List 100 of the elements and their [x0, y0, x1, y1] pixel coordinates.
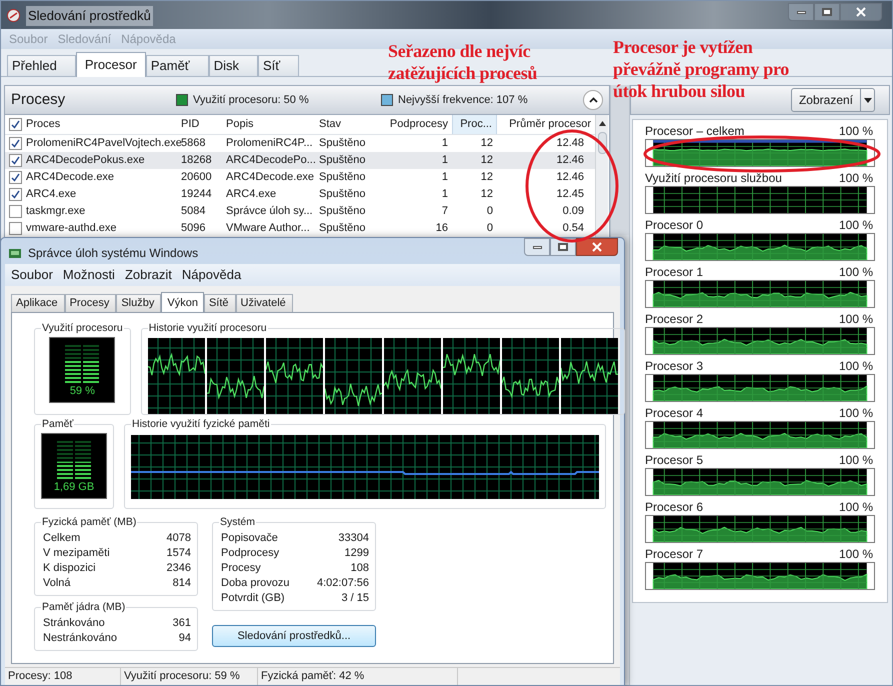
graph-label: Procesor 0 — [645, 218, 704, 233]
menu-item[interactable]: Nápověda — [182, 265, 242, 285]
column-header[interactable]: Stav — [315, 115, 385, 134]
table-row[interactable]: ARC4DecodePokus.exe 18268 ARC4DecodePo... Spuštěno 1 12 12.46 — [5, 152, 595, 169]
checkbox[interactable] — [9, 188, 22, 201]
table-row[interactable]: ARC4.exe 19244 ARC4.exe Spuštěno 1 12 12.45 — [5, 186, 595, 203]
table-cell-text: Správce úloh sy... — [226, 204, 313, 220]
tab[interactable]: Sítě — [204, 294, 236, 312]
window-title: Sledování prostředků — [26, 6, 153, 26]
table-cell-text: Spuštěno — [319, 187, 366, 202]
checkbox[interactable] — [9, 222, 22, 235]
checkbox[interactable] — [9, 154, 22, 167]
table-cell-text: 1 — [442, 187, 448, 202]
tab[interactable]: Uživatelé — [236, 294, 293, 312]
info-value: 1574 — [166, 546, 191, 561]
table-cell-text: 7 — [442, 204, 448, 220]
annotation-line: Seřazeno dle nejvíc — [388, 40, 530, 62]
tab[interactable]: Procesy — [64, 294, 116, 312]
legend-label: Nejvyšší frekvence: 107 % — [398, 92, 528, 108]
close-button[interactable] — [576, 238, 618, 256]
info-value: 1299 — [344, 546, 369, 561]
checkbox[interactable] — [9, 118, 22, 131]
minimize-button[interactable] — [524, 238, 550, 256]
table-cell-text: ARC4DecodePokus.exe — [26, 153, 145, 168]
table-cell-text: Spuštěno — [319, 136, 366, 152]
tab[interactable]: Přehled — [7, 55, 76, 76]
table-row[interactable]: taskmgr.exe 5084 Správce úloh sy... Spuštěno 7 0 0.09 — [5, 203, 595, 220]
table-cell-text: 12.45 — [556, 187, 584, 202]
table-cell-text: vmware-authd.exe — [26, 221, 116, 236]
annotation-line: útok hrubou silou — [613, 80, 745, 102]
info-value: 108 — [350, 560, 369, 576]
view-button[interactable]: Zobrazení — [790, 88, 875, 112]
column-header[interactable]: Proces — [5, 115, 177, 134]
info-value: 33304 — [338, 530, 369, 546]
column-header[interactable]: Průměr procesor — [497, 115, 595, 134]
graph-reading: 100 % — [838, 500, 873, 515]
table-row[interactable]: ProlomeniRC4PavelVojtech.exe5868 ProlomeniRC4P... Spuštěno 1 12 12.48 — [5, 135, 595, 152]
table-cell-text: 5868 — [181, 136, 206, 152]
info-label: K dispozici — [43, 560, 96, 576]
info-value: 2346 — [166, 560, 191, 576]
column-header[interactable]: PID — [177, 115, 222, 134]
graph-reading: 100 % — [838, 124, 873, 139]
status-text: Využití procesoru: 59 % — [121, 668, 258, 685]
column-header[interactable]: Proc... — [452, 115, 497, 134]
tab[interactable]: Procesor — [76, 52, 146, 77]
checkbox[interactable] — [9, 137, 22, 150]
table-row[interactable]: vmware-authd.exe 5096 VMware Author... Spuštěno 16 0 0.54 — [5, 220, 595, 237]
tab[interactable]: Služby — [116, 294, 162, 312]
table-cell-text: 12 — [480, 153, 493, 168]
dropdown-icon — [864, 98, 872, 102]
table-cell-text: 12 — [480, 136, 493, 152]
table-cell-text: 5084 — [181, 204, 206, 220]
graph-reading: 100 % — [838, 547, 873, 562]
menu-item[interactable]: Zobrazit — [124, 265, 172, 285]
info-label: Volná — [43, 576, 71, 591]
table-cell-text: 1 — [442, 153, 448, 168]
table-cell-text: 12.48 — [556, 136, 584, 152]
graph-reading: 100 % — [838, 453, 873, 468]
scrollbar[interactable] — [595, 115, 608, 237]
resource-monitor-button[interactable]: Sledování prostředků... — [212, 624, 376, 647]
window-title: Správce úloh systému Windows — [28, 245, 198, 262]
table-cell-text: ProlomeniRC4P... — [226, 136, 313, 152]
table-cell-text: 19244 — [181, 187, 212, 202]
table-row[interactable]: ARC4Decode.exe 20600 ARC4Decode.exe Spuštěno 1 12 12.46 — [5, 169, 595, 186]
collapse-button[interactable] — [583, 90, 604, 110]
group-title: Historie využití fyzické paměti — [131, 417, 271, 432]
tab[interactable]: Paměť — [146, 55, 209, 76]
checkbox[interactable] — [9, 205, 22, 218]
info-value: 4078 — [166, 530, 191, 546]
checkbox[interactable] — [9, 171, 22, 184]
graph-reading: 100 % — [838, 218, 873, 233]
table-cell-text: ProlomeniRC4PavelVojtech.exe — [26, 136, 182, 152]
close-icon — [592, 242, 602, 252]
tab[interactable]: Disk — [208, 55, 258, 76]
tab[interactable]: Výkon — [161, 292, 204, 313]
group-title: Využití procesoru — [41, 321, 124, 336]
table-cell-text: ARC4DecodePo... — [226, 153, 316, 168]
tab[interactable]: Síť — [258, 55, 300, 76]
menu-item[interactable]: Možnosti — [62, 265, 115, 285]
table-cell-text: 16 — [436, 221, 448, 236]
info-label: Stránkováno — [43, 616, 105, 630]
group-title: Systém — [219, 515, 256, 530]
graph-label: Procesor 4 — [645, 406, 704, 421]
close-button[interactable] — [840, 3, 882, 21]
table-cell-text: ARC4.exe — [226, 187, 276, 202]
info-label: Potvrdit (GB) — [221, 590, 285, 606]
maximize-button[interactable] — [814, 3, 840, 21]
meter-reading: 59 % — [70, 386, 95, 397]
menu-item[interactable]: Soubor — [11, 265, 53, 285]
table-cell-text: ARC4Decode.exe — [226, 170, 314, 186]
annotation-line: Procesor je vytížen — [613, 36, 753, 58]
info-label: Popisovače — [221, 530, 278, 546]
table-cell-text: 0.09 — [562, 204, 584, 220]
table-cell-text: Spuštěno — [319, 204, 366, 220]
graph-label: Procesor 5 — [645, 453, 704, 468]
graph-reading: 100 % — [838, 171, 873, 186]
column-header[interactable]: Podprocesy — [385, 115, 452, 134]
tab[interactable]: Aplikace — [11, 294, 65, 312]
info-value: 361 — [172, 616, 191, 630]
column-header[interactable]: Popis — [222, 115, 315, 134]
